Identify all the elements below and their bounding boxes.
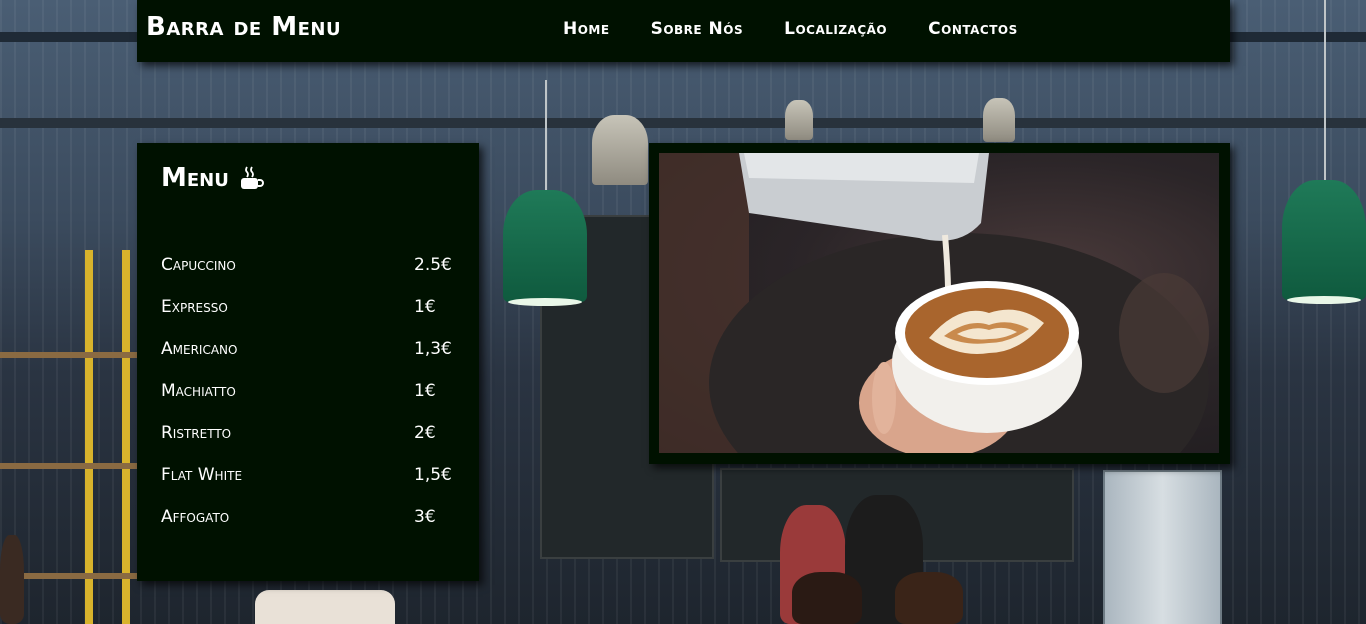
menu-item-name: Flat White	[161, 465, 243, 485]
menu-item: Expresso 1€	[161, 297, 461, 339]
menu-item-price: 1,3€	[414, 339, 452, 359]
menu-list: Capuccino 2.5€ Expresso 1€ Americano 1,3…	[161, 255, 461, 549]
menu-item-name: Expresso	[161, 297, 228, 317]
nav-link-home[interactable]: Home	[563, 19, 610, 39]
menu-item-price: 1€	[414, 381, 436, 401]
nav-link-sobre-nos[interactable]: Sobre Nós	[651, 19, 744, 39]
menu-item-price: 1€	[414, 297, 436, 317]
menu-item: Flat White 1,5€	[161, 465, 461, 507]
menu-item-price: 1,5€	[414, 465, 452, 485]
nav-link-localizacao[interactable]: Localização	[784, 19, 887, 39]
menu-item: Machiatto 1€	[161, 381, 461, 423]
menu-item: Affogato 3€	[161, 507, 461, 549]
latte-art-photo	[659, 153, 1219, 453]
menu-item: Capuccino 2.5€	[161, 255, 461, 297]
coffee-cup-icon	[239, 165, 264, 191]
photo-frame	[649, 143, 1230, 464]
menu-item-name: Affogato	[161, 507, 230, 527]
menu-item: Americano 1,3€	[161, 339, 461, 381]
menu-item-price: 3€	[414, 507, 436, 527]
menu-item-name: Americano	[161, 339, 238, 359]
menu-heading: Menu	[161, 163, 264, 193]
menu-title-text: Menu	[161, 163, 229, 193]
menu-item: Ristretto 2€	[161, 423, 461, 465]
nav-link-contactos[interactable]: Contactos	[928, 19, 1018, 39]
menu-panel: Menu Capuccino 2.5€ Expresso 1€ American…	[137, 143, 479, 581]
menu-item-price: 2€	[414, 423, 436, 443]
menu-item-name: Machiatto	[161, 381, 236, 401]
brand-title[interactable]: Barra de Menu	[146, 12, 341, 42]
menu-item-price: 2.5€	[414, 255, 452, 275]
top-navbar: Barra de Menu Home Sobre Nós Localização…	[137, 0, 1230, 62]
menu-item-name: Capuccino	[161, 255, 236, 275]
nav-links: Home Sobre Nós Localização Contactos	[563, 19, 1059, 39]
menu-item-name: Ristretto	[161, 423, 232, 443]
